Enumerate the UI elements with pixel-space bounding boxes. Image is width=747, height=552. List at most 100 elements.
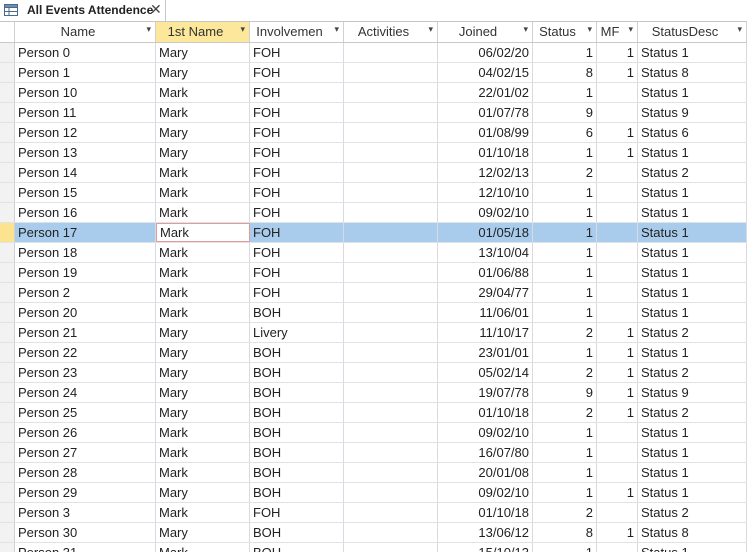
cell-first-name[interactable]: Mark [156,503,250,522]
cell-activities[interactable] [344,523,438,542]
cell-mf[interactable] [597,543,638,552]
cell-activities[interactable] [344,403,438,422]
cell-involvement[interactable]: Livery [250,323,344,342]
cell-joined[interactable]: 01/05/18 [438,223,533,242]
cell-first-name[interactable]: Mark [156,263,250,282]
dropdown-arrow-icon[interactable]: ▾ [587,24,592,35]
table-row[interactable]: Person 12 Mary FOH 01/08/99 6 1 Status 6 [0,123,747,143]
record-selector[interactable] [0,163,15,182]
cell-first-name[interactable]: Mark [156,423,250,442]
cell-status-desc[interactable]: Status 8 [638,523,747,542]
cell-mf[interactable]: 1 [597,63,638,82]
cell-first-name[interactable]: Mark [156,83,250,102]
cell-mf[interactable]: 1 [597,123,638,142]
cell-status-desc[interactable]: Status 1 [638,223,747,242]
record-selector[interactable] [0,83,15,102]
cell-name[interactable]: Person 19 [15,263,156,282]
table-row[interactable]: Person 2 Mark FOH 29/04/77 1 Status 1 [0,283,747,303]
cell-status-desc[interactable]: Status 8 [638,63,747,82]
cell-name[interactable]: Person 17 [15,223,156,242]
cell-name[interactable]: Person 0 [15,43,156,62]
cell-involvement[interactable]: FOH [250,63,344,82]
table-row[interactable]: Person 13 Mary FOH 01/10/18 1 1 Status 1 [0,143,747,163]
cell-status-desc[interactable]: Status 1 [638,423,747,442]
cell-status-desc[interactable]: Status 1 [638,303,747,322]
cell-involvement[interactable]: FOH [250,143,344,162]
record-selector[interactable] [0,243,15,262]
column-header-joined[interactable]: Joined ▾ [438,22,533,42]
cell-involvement[interactable]: FOH [250,43,344,62]
cell-name[interactable]: Person 22 [15,343,156,362]
record-selector[interactable] [0,383,15,402]
record-selector[interactable] [0,63,15,82]
record-selector[interactable] [0,543,15,552]
cell-status[interactable]: 1 [533,303,597,322]
cell-status[interactable]: 2 [533,503,597,522]
table-row[interactable]: Person 30 Mary BOH 13/06/12 8 1 Status 8 [0,523,747,543]
cell-involvement[interactable]: BOH [250,483,344,502]
cell-involvement[interactable]: FOH [250,503,344,522]
cell-activities[interactable] [344,43,438,62]
sort-filter-icon[interactable]: ▾ [146,24,151,35]
record-selector[interactable] [0,103,15,122]
cell-activities[interactable] [344,503,438,522]
cell-status-desc[interactable]: Status 1 [638,263,747,282]
cell-joined[interactable]: 19/07/78 [438,383,533,402]
cell-first-name[interactable]: Mary [156,43,250,62]
cell-status-desc[interactable]: Status 6 [638,123,747,142]
cell-status-desc[interactable]: Status 1 [638,443,747,462]
cell-name[interactable]: Person 23 [15,363,156,382]
cell-status[interactable]: 1 [533,283,597,302]
cell-mf[interactable] [597,503,638,522]
cell-involvement[interactable]: FOH [250,183,344,202]
cell-joined[interactable]: 12/02/13 [438,163,533,182]
record-selector[interactable] [0,423,15,442]
cell-status-desc[interactable]: Status 1 [638,43,747,62]
cell-joined[interactable]: 13/10/04 [438,243,533,262]
table-row[interactable]: Person 19 Mark FOH 01/06/88 1 Status 1 [0,263,747,283]
cell-first-name[interactable]: Mark [156,243,250,262]
cell-activities[interactable] [344,163,438,182]
cell-activities[interactable] [344,543,438,552]
cell-involvement[interactable]: FOH [250,103,344,122]
cell-involvement[interactable]: FOH [250,163,344,182]
cell-mf[interactable] [597,243,638,262]
cell-activities[interactable] [344,123,438,142]
dropdown-arrow-icon[interactable]: ▾ [240,24,245,35]
cell-status-desc[interactable]: Status 2 [638,163,747,182]
cell-name[interactable]: Person 15 [15,183,156,202]
cell-status-desc[interactable]: Status 1 [638,143,747,162]
record-selector[interactable] [0,183,15,202]
cell-first-name[interactable]: Mark [156,443,250,462]
record-selector[interactable] [0,463,15,482]
cell-involvement[interactable]: FOH [250,283,344,302]
cell-involvement[interactable]: FOH [250,203,344,222]
cell-status[interactable]: 2 [533,363,597,382]
cell-activities[interactable] [344,263,438,282]
cell-involvement[interactable]: BOH [250,403,344,422]
cell-status[interactable]: 1 [533,243,597,262]
cell-activities[interactable] [344,443,438,462]
cell-name[interactable]: Person 26 [15,423,156,442]
tab-all-events-attendence[interactable]: All Events Attendence ✕ [0,0,166,21]
table-row[interactable]: Person 25 Mary BOH 01/10/18 2 1 Status 2 [0,403,747,423]
cell-activities[interactable] [344,223,438,242]
cell-name[interactable]: Person 14 [15,163,156,182]
dropdown-arrow-icon[interactable]: ▾ [334,24,339,35]
cell-status[interactable]: 1 [533,423,597,442]
cell-first-name[interactable]: Mark [156,203,250,222]
cell-joined[interactable]: 12/10/10 [438,183,533,202]
cell-status[interactable]: 1 [533,183,597,202]
cell-status-desc[interactable]: Status 1 [638,483,747,502]
cell-involvement[interactable]: BOH [250,343,344,362]
record-selector[interactable] [0,403,15,422]
cell-first-name[interactable]: Mary [156,63,250,82]
cell-name[interactable]: Person 11 [15,103,156,122]
cell-status-desc[interactable]: Status 1 [638,343,747,362]
cell-joined[interactable]: 04/02/15 [438,63,533,82]
table-row[interactable]: Person 3 Mark FOH 01/10/18 2 Status 2 [0,503,747,523]
cell-activities[interactable] [344,363,438,382]
table-row[interactable]: Person 14 Mark FOH 12/02/13 2 Status 2 [0,163,747,183]
column-header-status-desc[interactable]: StatusDesc ▾ [638,22,747,42]
cell-status-desc[interactable]: Status 1 [638,463,747,482]
